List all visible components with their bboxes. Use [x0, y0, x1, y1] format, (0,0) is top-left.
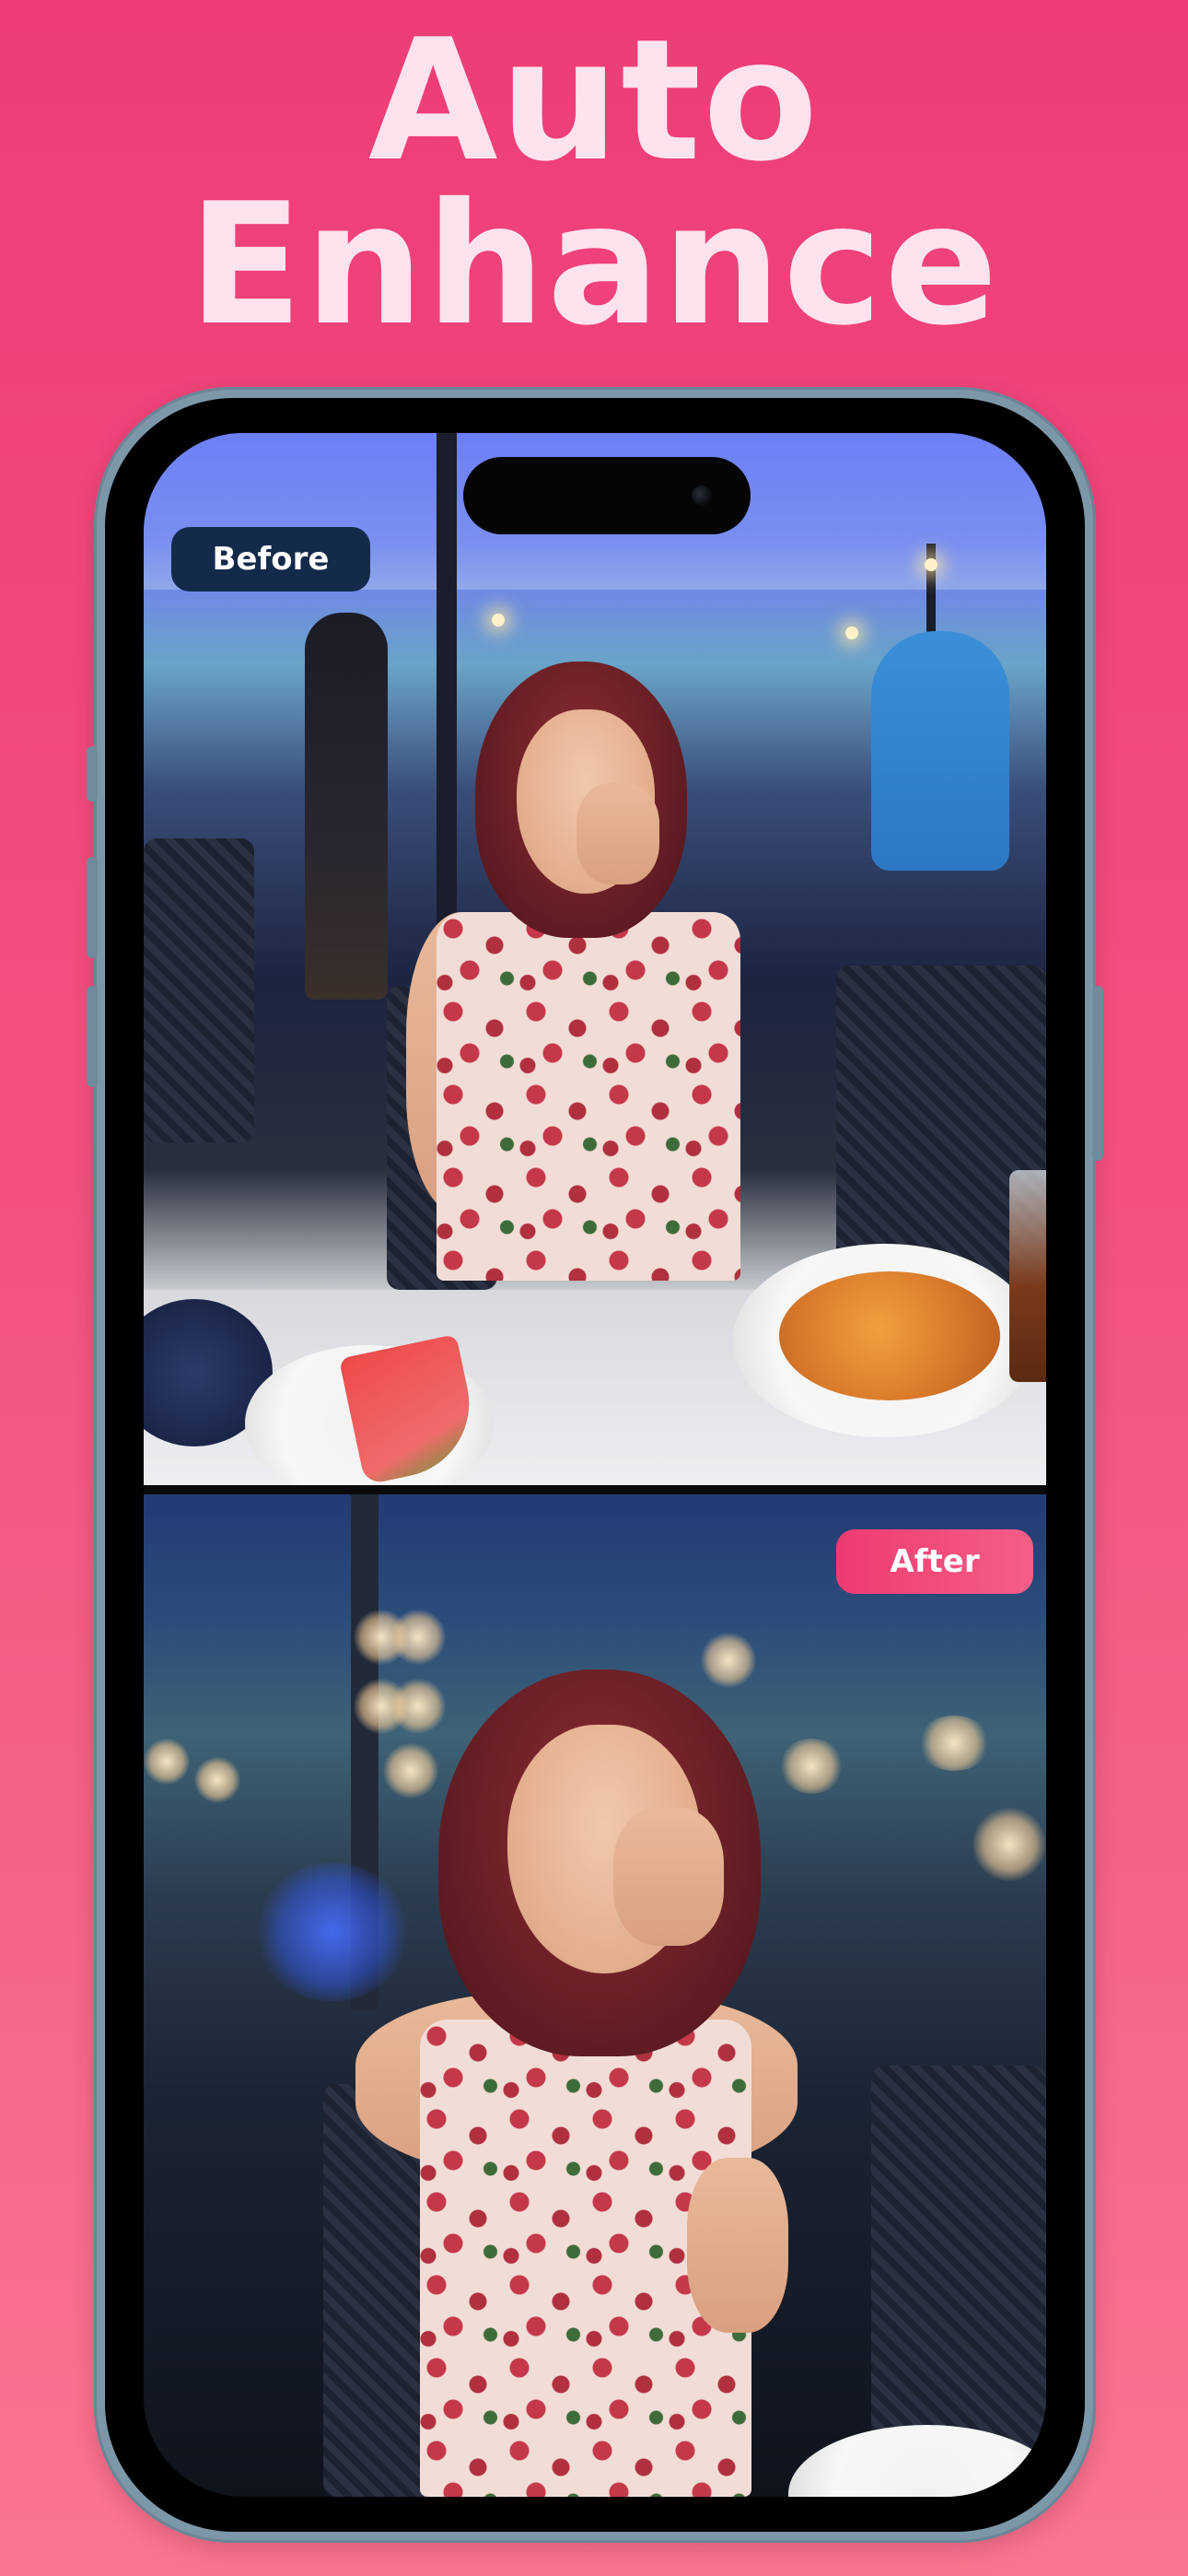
- chair: [144, 838, 254, 1142]
- phone-bezel: Before After: [105, 398, 1085, 2532]
- headline-line-1: Auto: [367, 3, 821, 198]
- bokeh-light: [917, 1715, 991, 1771]
- headline-line-2: Enhance: [188, 167, 1000, 362]
- raincoat-figure: [871, 631, 1009, 871]
- dynamic-island: [463, 457, 751, 534]
- bokeh-light: [144, 1739, 190, 1785]
- woman-arm: [687, 2158, 788, 2333]
- headline: Auto Enhance: [0, 3, 1188, 362]
- before-badge: Before: [171, 527, 370, 591]
- bokeh-light: [194, 1757, 240, 1803]
- street-lamp: [492, 614, 505, 626]
- blue-bokeh-light: [254, 1863, 411, 2001]
- phone-screen: Before After: [144, 433, 1046, 2497]
- power-button: [1092, 986, 1103, 1161]
- street-lamp: [925, 558, 938, 571]
- front-camera-icon: [692, 486, 712, 506]
- bokeh-light: [383, 1743, 438, 1798]
- glass: [1009, 1170, 1046, 1382]
- woman-hand: [613, 1808, 724, 1946]
- waiter-figure: [305, 613, 388, 1000]
- bokeh-light: [779, 1739, 844, 1794]
- volume-down-button: [87, 986, 98, 1087]
- noodles: [779, 1271, 1000, 1400]
- woman-dress: [437, 912, 740, 1281]
- phone-mockup: Before After: [87, 387, 1103, 2543]
- volume-up-button: [87, 857, 98, 958]
- bokeh-light: [973, 1808, 1046, 1881]
- bokeh-light: [390, 1679, 446, 1734]
- action-button: [87, 746, 98, 802]
- after-badge: After: [836, 1529, 1033, 1594]
- after-photo: [144, 1494, 1046, 2497]
- woman-hand: [577, 783, 659, 884]
- street-lamp: [845, 626, 858, 639]
- bokeh-light: [390, 1610, 446, 1665]
- bokeh-light: [701, 1633, 756, 1688]
- photo-divider: [144, 1485, 1046, 1494]
